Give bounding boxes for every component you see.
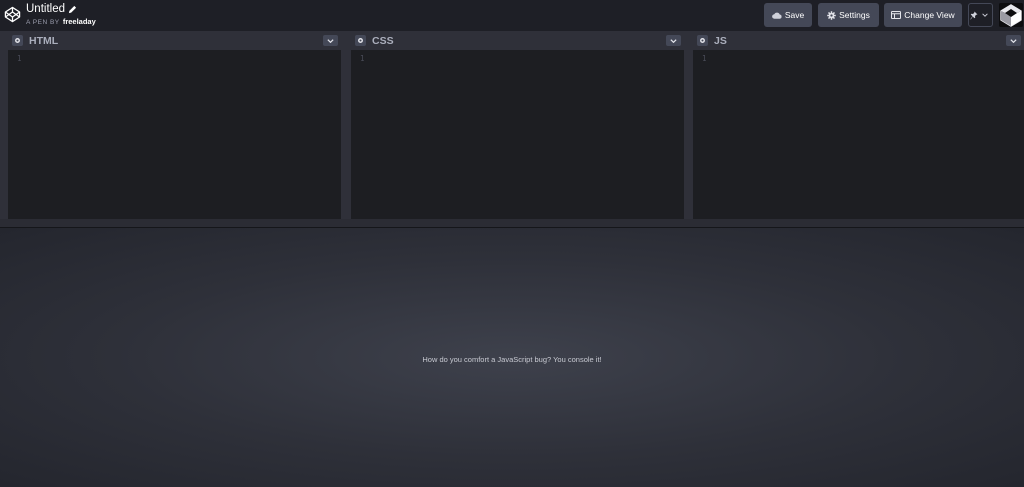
result-preview[interactable]: How do you comfort a JavaScript bug? You… <box>0 228 1024 487</box>
html-editor: HTML 1 <box>8 31 341 219</box>
chevron-down-icon <box>327 38 334 43</box>
settings-button[interactable]: Settings <box>818 3 879 27</box>
preview-text: How do you comfort a JavaScript bug? You… <box>422 355 602 364</box>
html-settings-button[interactable] <box>12 35 23 46</box>
js-code-area[interactable]: 1 <box>693 50 1024 219</box>
css-settings-button[interactable] <box>355 35 366 46</box>
save-button[interactable]: Save <box>764 3 812 27</box>
line-number: 1 <box>360 54 365 63</box>
html-options-dropdown[interactable] <box>323 35 338 46</box>
html-code-area[interactable]: 1 <box>8 50 341 219</box>
chevron-down-icon <box>670 38 677 43</box>
editor-panels: HTML 1 CSS 1 JS 1 <box>0 31 1024 219</box>
editor-resize-handle[interactable] <box>0 219 1024 228</box>
css-editor-header: CSS <box>351 31 684 50</box>
line-number: 1 <box>702 54 707 63</box>
top-bar: Untitled A PEN BY freeladay Save Setting… <box>0 0 1024 31</box>
js-editor: JS 1 <box>693 31 1024 219</box>
pencil-icon[interactable] <box>68 5 77 14</box>
chevron-down-icon <box>982 13 988 17</box>
js-editor-header: JS <box>693 31 1024 50</box>
css-options-dropdown[interactable] <box>666 35 681 46</box>
js-options-dropdown[interactable] <box>1006 35 1021 46</box>
change-view-button-label: Change View <box>904 10 955 20</box>
pin-menu-button[interactable] <box>968 3 993 27</box>
pen-byline: A PEN BY freeladay <box>26 18 96 27</box>
css-editor-label: CSS <box>372 34 394 47</box>
css-editor: CSS 1 <box>351 31 684 219</box>
gear-icon <box>15 38 20 43</box>
user-avatar[interactable] <box>999 3 1023 27</box>
html-editor-label: HTML <box>29 34 59 47</box>
change-view-button[interactable]: Change View <box>884 3 962 27</box>
codepen-logo-icon[interactable] <box>4 6 21 23</box>
html-editor-header: HTML <box>8 31 341 50</box>
pen-author-link[interactable]: freeladay <box>63 17 96 26</box>
pen-title-block: Untitled A PEN BY freeladay <box>26 3 96 27</box>
line-number: 1 <box>17 54 22 63</box>
gear-icon <box>700 38 705 43</box>
gear-icon <box>827 10 836 20</box>
byline-prefix: A PEN BY <box>26 19 60 26</box>
save-button-label: Save <box>784 10 805 20</box>
pin-icon <box>970 11 978 19</box>
avatar-image-icon <box>999 3 1023 27</box>
js-settings-button[interactable] <box>697 35 708 46</box>
cloud-icon <box>771 12 782 19</box>
gear-icon <box>358 38 363 43</box>
js-editor-label: JS <box>714 34 727 47</box>
settings-button-label: Settings <box>839 10 870 20</box>
layout-icon <box>891 11 902 19</box>
css-code-area[interactable]: 1 <box>351 50 684 219</box>
pen-title[interactable]: Untitled <box>26 3 65 16</box>
chevron-down-icon <box>1010 38 1017 43</box>
